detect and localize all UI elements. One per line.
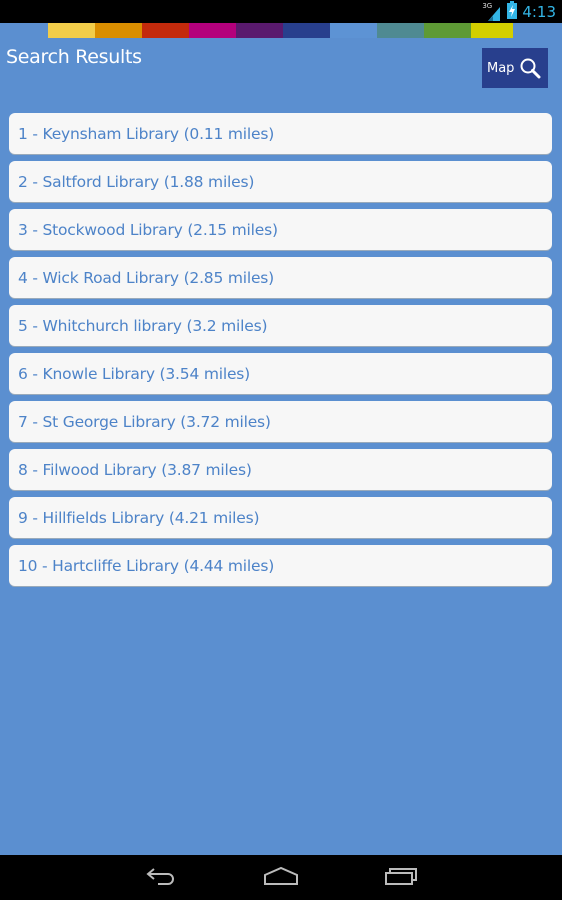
- result-item[interactable]: 7 - St George Library (3.72 miles): [9, 401, 552, 442]
- strip-spacer: [0, 23, 48, 38]
- recent-apps-button[interactable]: [376, 863, 426, 893]
- back-icon: [144, 866, 178, 890]
- color-segment: [236, 23, 283, 38]
- recent-apps-icon: [384, 866, 418, 890]
- result-label: 1 - Keynsham Library (0.11 miles): [18, 124, 275, 143]
- map-button[interactable]: Map: [482, 48, 548, 88]
- status-icons: 3G 4:13: [482, 1, 556, 23]
- app-header: Search Results Map: [0, 38, 562, 98]
- back-button[interactable]: [136, 863, 186, 893]
- result-label: 6 - Knowle Library (3.54 miles): [18, 364, 251, 383]
- page-title: Search Results: [6, 46, 142, 68]
- color-segment: [283, 23, 330, 38]
- clock: 4:13: [522, 3, 556, 21]
- color-segment: [142, 23, 189, 38]
- result-item[interactable]: 10 - Hartcliffe Library (4.44 miles): [9, 545, 552, 586]
- color-segment: [189, 23, 236, 38]
- result-item[interactable]: 3 - Stockwood Library (2.15 miles): [9, 209, 552, 250]
- result-item[interactable]: 5 - Whitchurch library (3.2 miles): [9, 305, 552, 346]
- navigation-bar: [0, 855, 562, 900]
- color-segment: [377, 23, 424, 38]
- search-icon: [519, 57, 541, 79]
- color-segment: [424, 23, 471, 38]
- result-item[interactable]: 6 - Knowle Library (3.54 miles): [9, 353, 552, 394]
- result-label: 5 - Whitchurch library (3.2 miles): [18, 316, 268, 335]
- result-item[interactable]: 4 - Wick Road Library (2.85 miles): [9, 257, 552, 298]
- color-strip: [0, 23, 562, 38]
- color-segment: [471, 23, 513, 38]
- result-item[interactable]: 8 - Filwood Library (3.87 miles): [9, 449, 552, 490]
- result-label: 4 - Wick Road Library (2.85 miles): [18, 268, 275, 287]
- color-segment: [330, 23, 377, 38]
- result-label: 3 - Stockwood Library (2.15 miles): [18, 220, 278, 239]
- result-label: 9 - Hillfields Library (4.21 miles): [18, 508, 260, 527]
- result-item[interactable]: 9 - Hillfields Library (4.21 miles): [9, 497, 552, 538]
- home-icon: [263, 866, 299, 890]
- status-bar: 3G 4:13: [0, 0, 562, 23]
- home-button[interactable]: [256, 863, 306, 893]
- signal-icon: 3G: [482, 2, 502, 21]
- results-list: 1 - Keynsham Library (0.11 miles) 2 - Sa…: [9, 113, 552, 593]
- battery-charging-icon: [507, 1, 518, 23]
- network-type-label: 3G: [482, 2, 493, 10]
- color-segment: [48, 23, 95, 38]
- color-segment: [95, 23, 142, 38]
- result-item[interactable]: 2 - Saltford Library (1.88 miles): [9, 161, 552, 202]
- map-button-label: Map: [487, 60, 515, 76]
- result-label: 7 - St George Library (3.72 miles): [18, 412, 271, 431]
- result-label: 2 - Saltford Library (1.88 miles): [18, 172, 255, 191]
- result-item[interactable]: 1 - Keynsham Library (0.11 miles): [9, 113, 552, 154]
- result-label: 10 - Hartcliffe Library (4.44 miles): [18, 556, 275, 575]
- result-label: 8 - Filwood Library (3.87 miles): [18, 460, 252, 479]
